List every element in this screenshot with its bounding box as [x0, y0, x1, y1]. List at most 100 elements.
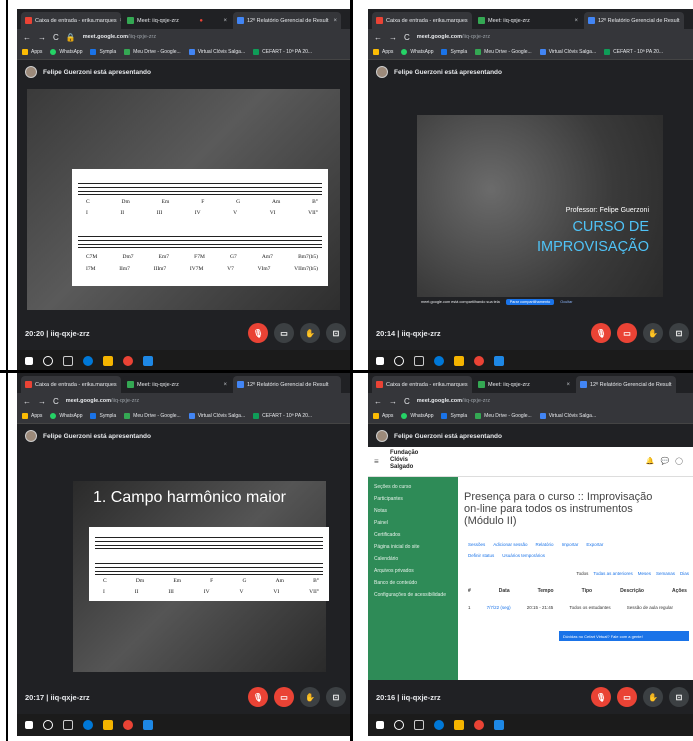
sidebar-item-content-bank[interactable]: Banco de conteúdo — [374, 577, 452, 589]
bookmark-virtual[interactable]: Virtual Clóvis Salga... — [539, 49, 596, 55]
back-icon[interactable]: ← — [374, 33, 382, 42]
bookmark-whatsapp[interactable]: WhatsApp — [401, 49, 433, 55]
mic-off-button[interactable]: 🎙 — [248, 323, 268, 343]
bookmark-whatsapp[interactable]: WhatsApp — [50, 49, 82, 55]
camera-off-button[interactable]: ▭ — [617, 687, 637, 707]
tab-report[interactable]: 12º Relatório Gerencial de Result — [584, 12, 684, 29]
close-icon[interactable]: × — [574, 18, 578, 24]
raise-hand-button[interactable]: ✋ — [643, 687, 663, 707]
url-field[interactable]: meet.google.com/iiq-qxje-zrz — [83, 34, 156, 40]
tab-sessions[interactable]: Sessões — [468, 542, 485, 547]
present-button[interactable]: ⊡ — [669, 323, 689, 343]
tab-gmail[interactable]: Caixa de entrada - erika.marques — [372, 12, 472, 29]
raise-hand-button[interactable]: ✋ — [300, 687, 320, 707]
tab-add-session[interactable]: Adicionar sessão — [493, 542, 527, 547]
file-explorer-icon[interactable] — [454, 720, 464, 730]
file-explorer-icon[interactable] — [103, 720, 113, 730]
tab-gmail[interactable]: Caixa de entrada - erika.marques× — [21, 12, 121, 29]
bookmark-cefart[interactable]: CEFART - 10ª PA 20... — [253, 49, 312, 55]
bookmark-drive[interactable]: Meu Drive - Google... — [124, 413, 181, 419]
stop-sharing-button[interactable]: Parar compartilhamento — [505, 299, 555, 305]
task-view-icon[interactable] — [63, 720, 73, 730]
tab-report[interactable]: 12º Relatório Gerencial de Result — [233, 376, 341, 393]
bookmark-whatsapp[interactable]: WhatsApp — [50, 413, 82, 419]
tab-report[interactable]: 12º Relatório Gerencial de Result × — [233, 12, 341, 29]
camera-off-button[interactable]: ▭ — [274, 687, 294, 707]
url-field[interactable]: meet.google.com/iiq-qxje-zrz — [417, 34, 490, 40]
edge-icon[interactable] — [83, 356, 93, 366]
sidebar-item-home[interactable]: Página inicial do site — [374, 541, 452, 553]
reload-icon[interactable]: C — [404, 397, 410, 406]
bookmark-apps[interactable]: Apps — [373, 413, 393, 419]
mic-off-button[interactable]: 🎙 — [591, 323, 611, 343]
url-field[interactable]: meet.google.com/iiq-qxje-zrz — [417, 398, 490, 404]
back-icon[interactable]: ← — [23, 33, 31, 42]
sidebar-item-calendar[interactable]: Calendário — [374, 553, 452, 565]
tab-meet[interactable]: Meet: iiq-qxje-zrz × — [474, 12, 582, 29]
temporary-users-link[interactable]: Usuários temporários — [502, 553, 545, 558]
mail-icon[interactable] — [143, 720, 153, 730]
mic-off-button[interactable]: 🎙 — [248, 687, 268, 707]
bookmark-virtual[interactable]: Virtual Clóvis Salga... — [188, 413, 245, 419]
present-button[interactable]: ⊡ — [669, 687, 689, 707]
task-view-icon[interactable] — [414, 720, 424, 730]
file-explorer-icon[interactable] — [454, 356, 464, 366]
filter-days[interactable]: Dias — [680, 571, 689, 576]
search-icon[interactable] — [43, 356, 53, 366]
notifications-icon[interactable]: 🔔 — [646, 457, 655, 465]
tab-export[interactable]: Exportar — [586, 542, 603, 547]
windows-start-icon[interactable] — [25, 721, 33, 729]
forward-icon[interactable]: → — [389, 397, 397, 406]
back-icon[interactable]: ← — [23, 397, 31, 406]
forward-icon[interactable]: → — [389, 33, 397, 42]
tab-gmail[interactable]: Caixa de entrada - erika.marques — [372, 376, 472, 393]
bookmark-apps[interactable]: Apps — [22, 413, 42, 419]
present-button[interactable]: ⊡ — [326, 323, 346, 343]
search-icon[interactable] — [43, 720, 53, 730]
bookmark-sympla[interactable]: Sympla — [90, 413, 116, 419]
filter-weeks[interactable]: Semanas — [656, 571, 675, 576]
windows-start-icon[interactable] — [25, 357, 33, 365]
tab-meet[interactable]: Meet: iiq-qxje-zrz × — [474, 376, 574, 393]
url-field[interactable]: meet.google.com/iiq-qxje-zrz — [66, 398, 139, 404]
chrome-icon[interactable] — [474, 356, 484, 366]
tab-report[interactable]: 12º Relatório Gerencial de Result — [576, 376, 676, 393]
raise-hand-button[interactable]: ✋ — [643, 323, 663, 343]
reload-icon[interactable]: C — [53, 33, 59, 42]
camera-button[interactable]: ▭ — [274, 323, 294, 343]
close-icon[interactable]: × — [333, 18, 337, 24]
windows-start-icon[interactable] — [376, 721, 384, 729]
bookmark-whatsapp[interactable]: WhatsApp — [401, 413, 433, 419]
task-view-icon[interactable] — [63, 356, 73, 366]
bookmark-sympla[interactable]: Sympla — [441, 49, 467, 55]
search-icon[interactable] — [394, 720, 404, 730]
support-chat-banner[interactable]: Dúvidas no Cefart Virtual? Fale com a ge… — [559, 631, 689, 641]
close-icon[interactable]: × — [566, 382, 570, 388]
bookmark-virtual[interactable]: Virtual Clóvis Salga... — [188, 49, 245, 55]
messages-icon[interactable]: 💬 — [660, 457, 669, 465]
forward-icon[interactable]: → — [38, 33, 46, 42]
search-icon[interactable] — [394, 356, 404, 366]
filter-months[interactable]: Meses — [638, 571, 651, 576]
task-view-icon[interactable] — [414, 356, 424, 366]
chrome-icon[interactable] — [474, 720, 484, 730]
tab-gmail[interactable]: Caixa de entrada - erika.marques — [21, 376, 121, 393]
tab-meet[interactable]: Meet: iiq-qxje-zrz ● × — [123, 12, 231, 29]
mail-icon[interactable] — [494, 356, 504, 366]
tab-import[interactable]: Importar — [562, 542, 579, 547]
mail-icon[interactable] — [143, 356, 153, 366]
bookmark-sympla[interactable]: Sympla — [90, 49, 116, 55]
back-icon[interactable]: ← — [374, 397, 382, 406]
bookmark-apps[interactable]: Apps — [22, 49, 42, 55]
sidebar-item-grades[interactable]: Notas — [374, 505, 452, 517]
camera-off-button[interactable]: ▭ — [617, 323, 637, 343]
present-button[interactable]: ⊡ — [326, 687, 346, 707]
reload-icon[interactable]: C — [404, 33, 410, 42]
edge-icon[interactable] — [434, 356, 444, 366]
menu-icon[interactable]: ≡ — [374, 457, 379, 466]
user-menu-icon[interactable]: ◯ — [675, 457, 683, 465]
bookmark-sympla[interactable]: Sympla — [441, 413, 467, 419]
bookmark-virtual[interactable]: Virtual Clóvis Salga... — [539, 413, 596, 419]
file-explorer-icon[interactable] — [103, 356, 113, 366]
tab-report[interactable]: Relatório — [536, 542, 554, 547]
